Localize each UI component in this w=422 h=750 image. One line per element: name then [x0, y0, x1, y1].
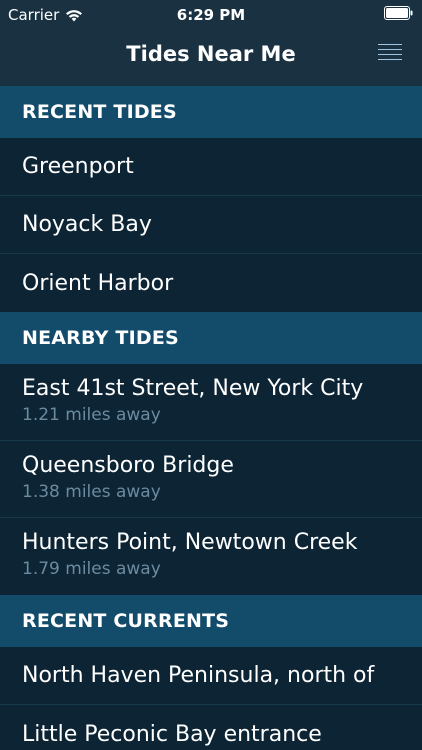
menu-line — [378, 44, 402, 45]
status-time: 6:29 PM — [176, 6, 246, 24]
menu-line — [378, 54, 402, 55]
station-distance: 1.38 miles away — [22, 482, 161, 502]
station-distance: 1.21 miles away — [22, 405, 161, 425]
station-name: East 41st Street, New York City — [22, 376, 364, 401]
list-item[interactable]: Little Peconic Bay entrance — [0, 705, 422, 750]
station-name: Queensboro Bridge — [22, 453, 234, 478]
app-screen: Carrier 6:29 PM Tides Near Me RECENT TID… — [0, 0, 422, 750]
navigation-bar: Tides Near Me — [0, 30, 422, 86]
section-header-recent-tides: RECENT TIDES — [0, 86, 422, 138]
menu-line — [378, 59, 402, 60]
list-item[interactable]: North Haven Peninsula, north of — [0, 647, 422, 705]
battery-icon — [384, 6, 413, 20]
list-item[interactable]: Noyack Bay — [0, 196, 422, 254]
list-item[interactable]: East 41st Street, New York City 1.21 mil… — [0, 364, 422, 441]
menu-line — [378, 49, 402, 50]
list-item[interactable]: Hunters Point, Newtown Creek 1.79 miles … — [0, 518, 422, 595]
page-title: Tides Near Me — [126, 42, 296, 66]
list-item[interactable]: Orient Harbor — [0, 254, 422, 312]
tides-list: RECENT TIDES Greenport Noyack Bay Orient… — [0, 86, 422, 750]
status-bar: Carrier 6:29 PM — [0, 0, 422, 30]
section-header-recent-currents: RECENT CURRENTS — [0, 595, 422, 647]
list-item[interactable]: Queensboro Bridge 1.38 miles away — [0, 441, 422, 518]
section-header-nearby-tides: NEARBY TIDES — [0, 312, 422, 364]
station-distance: 1.79 miles away — [22, 559, 161, 579]
status-right — [384, 6, 414, 24]
station-name: Hunters Point, Newtown Creek — [22, 530, 358, 555]
list-item[interactable]: Greenport — [0, 138, 422, 196]
hamburger-menu-icon[interactable] — [378, 44, 402, 68]
